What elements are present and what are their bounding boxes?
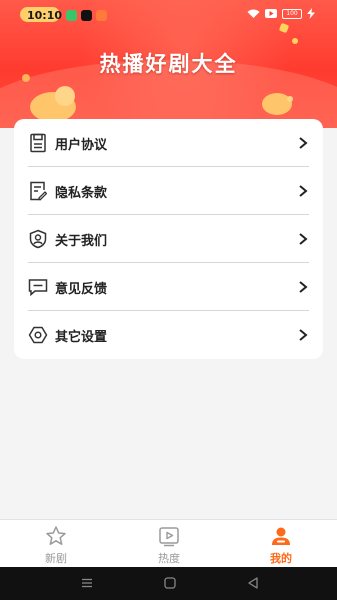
chevron-right-icon [299, 233, 308, 245]
back-icon[interactable] [246, 576, 260, 590]
star-icon [46, 526, 66, 545]
tab-label: 新剧 [45, 552, 67, 565]
status-bar: 10:10 100 [0, 0, 337, 28]
menu-item-label: 用户协议 [55, 137, 108, 153]
battery-icon: 100 [282, 8, 302, 19]
app-notification-icon [96, 10, 107, 21]
menu-item-label: 关于我们 [55, 233, 108, 249]
menu-icon[interactable] [80, 576, 94, 590]
charging-icon [307, 8, 315, 19]
tab-label: 我的 [270, 552, 292, 565]
menu-item-other-settings[interactable]: 其它设置 [28, 311, 309, 359]
tab-new-dramas[interactable]: 新剧 [21, 520, 91, 568]
chevron-right-icon [299, 281, 308, 293]
hero-title: 热播好剧大全 [99, 52, 238, 76]
video-notification-icon [265, 9, 277, 18]
system-navigation-bar [0, 567, 337, 600]
message-icon [28, 277, 48, 297]
shield-user-icon [28, 229, 48, 249]
video-icon [159, 527, 179, 547]
edit-document-icon [28, 181, 48, 201]
tab-label: 热度 [158, 552, 180, 565]
menu-item-feedback[interactable]: 意见反馈 [28, 263, 309, 311]
menu-item-user-agreement[interactable]: 用户协议 [28, 119, 309, 167]
menu-item-about-us[interactable]: 关于我们 [28, 215, 309, 263]
menu-item-label: 意见反馈 [55, 281, 108, 297]
chevron-right-icon [299, 185, 308, 197]
tab-mine[interactable]: 我的 [246, 520, 316, 568]
chevron-right-icon [299, 137, 308, 149]
wifi-icon [247, 9, 260, 18]
app-notification-icon [66, 10, 77, 21]
status-time: 10:10 [27, 9, 63, 22]
home-icon[interactable] [163, 576, 177, 590]
bottom-tab-bar: 新剧 热度 我的 [0, 519, 337, 567]
menu-item-label: 隐私条款 [55, 185, 108, 201]
profile-icon [272, 527, 290, 545]
menu-item-label: 其它设置 [55, 329, 108, 345]
document-icon [28, 133, 48, 153]
tab-popularity[interactable]: 热度 [134, 520, 204, 568]
settings-card: 用户协议 隐私条款 关于我们 意见反馈 其它设置 [14, 119, 323, 359]
tiktok-notification-icon [81, 10, 92, 21]
settings-icon [28, 325, 48, 345]
menu-item-privacy[interactable]: 隐私条款 [28, 167, 309, 215]
chevron-right-icon [299, 329, 308, 341]
